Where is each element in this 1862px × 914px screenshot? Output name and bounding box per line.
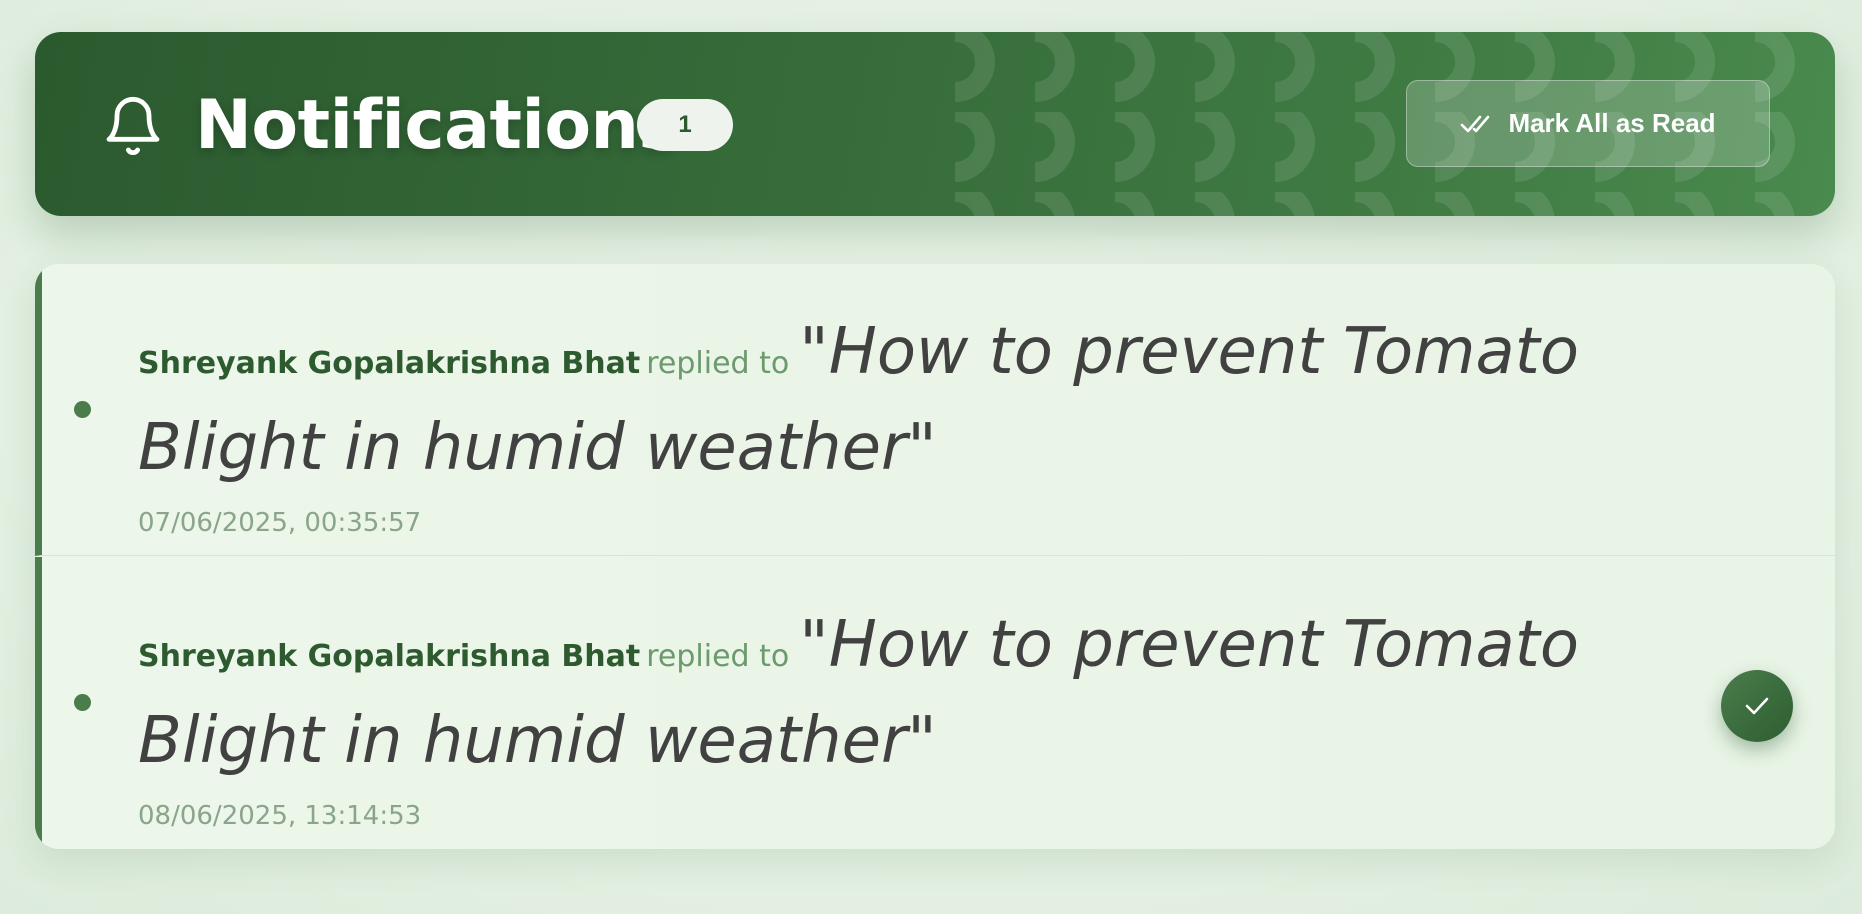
notifications-header: Notifications 1 Mark All as Read [35, 32, 1835, 216]
double-check-icon [1461, 115, 1490, 132]
notification-item[interactable]: Shreyank Gopalakrishna Bhat replied to "Ho… [35, 264, 1835, 556]
notification-text: Shreyank Gopalakrishna Bhat replied to "Ho… [138, 312, 1758, 504]
bell-icon [106, 96, 160, 156]
check-icon [1745, 697, 1769, 715]
notification-post-title[interactable]: "How to prevent Tomato Blight in humid w… [138, 315, 1579, 485]
notification-action: replied to [646, 346, 790, 381]
notification-action: replied to [646, 639, 790, 674]
unread-count-badge: 1 [637, 99, 733, 151]
notification-item[interactable]: Shreyank Gopalakrishna Bhat replied to "Ho… [35, 557, 1835, 849]
unread-dot [74, 694, 91, 711]
notification-user[interactable]: Shreyank Gopalakrishna Bhat [138, 639, 640, 674]
page-title: Notifications [195, 86, 679, 165]
notification-list: Shreyank Gopalakrishna Bhat replied to "Ho… [35, 264, 1835, 849]
notification-content: Shreyank Gopalakrishna Bhat replied to "Ho… [138, 605, 1758, 831]
mark-all-read-label: Mark All as Read [1508, 108, 1716, 138]
notification-timestamp: 07/06/2025, 00:35:57 [138, 508, 422, 538]
notification-user[interactable]: Shreyank Gopalakrishna Bhat [138, 346, 640, 381]
notifications-page: Notifications 1 Mark All as Read Shreyan… [0, 0, 1862, 914]
mark-read-button[interactable] [1721, 670, 1793, 742]
unread-dot [74, 401, 91, 418]
notification-post-title[interactable]: "How to prevent Tomato Blight in humid w… [138, 608, 1579, 778]
notification-content: Shreyank Gopalakrishna Bhat replied to "Ho… [138, 312, 1758, 538]
mark-all-read-button[interactable]: Mark All as Read [1406, 80, 1770, 167]
notification-timestamp: 08/06/2025, 13:14:53 [138, 801, 422, 831]
notification-text: Shreyank Gopalakrishna Bhat replied to "Ho… [138, 605, 1758, 797]
